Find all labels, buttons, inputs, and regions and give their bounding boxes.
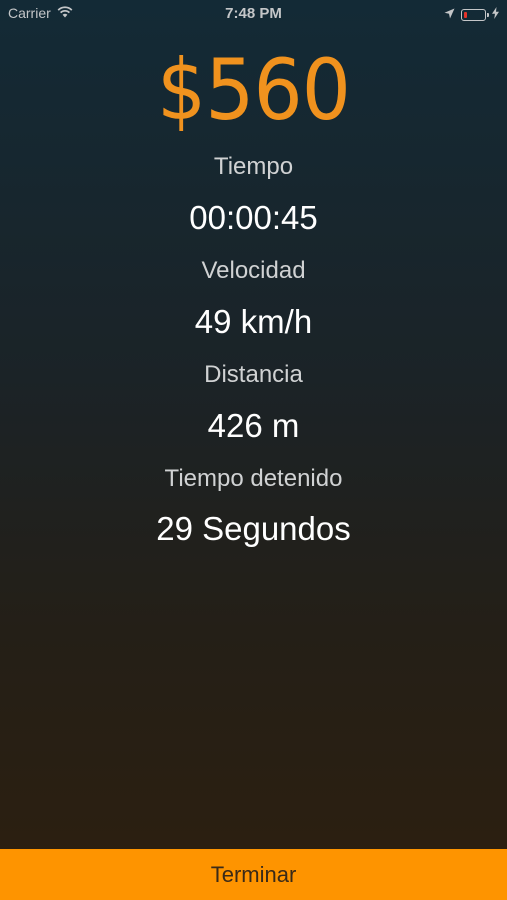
charging-bolt-icon bbox=[492, 6, 499, 24]
battery-cap bbox=[487, 13, 489, 17]
time-value: 00:00:45 bbox=[189, 199, 318, 236]
location-arrow-icon bbox=[444, 6, 455, 24]
finish-trip-button[interactable]: Terminar bbox=[0, 849, 507, 900]
status-bar: Carrier 7:48 PM bbox=[0, 0, 507, 28]
distance-value: 426 m bbox=[207, 407, 300, 444]
battery-level bbox=[464, 12, 467, 18]
speed-label: Velocidad bbox=[201, 257, 306, 284]
status-time: 7:48 PM bbox=[225, 5, 282, 22]
distance-label: Distancia bbox=[204, 361, 303, 388]
battery-icon bbox=[461, 9, 489, 21]
stopped-time-value: 29 Segundos bbox=[156, 510, 351, 547]
status-right-group bbox=[444, 6, 499, 24]
time-label: Tiempo bbox=[213, 153, 294, 180]
stopped-time-label: Tiempo detenido bbox=[164, 465, 343, 492]
fare-amount: $560 bbox=[157, 41, 351, 139]
speed-value: 49 km/h bbox=[194, 303, 313, 340]
